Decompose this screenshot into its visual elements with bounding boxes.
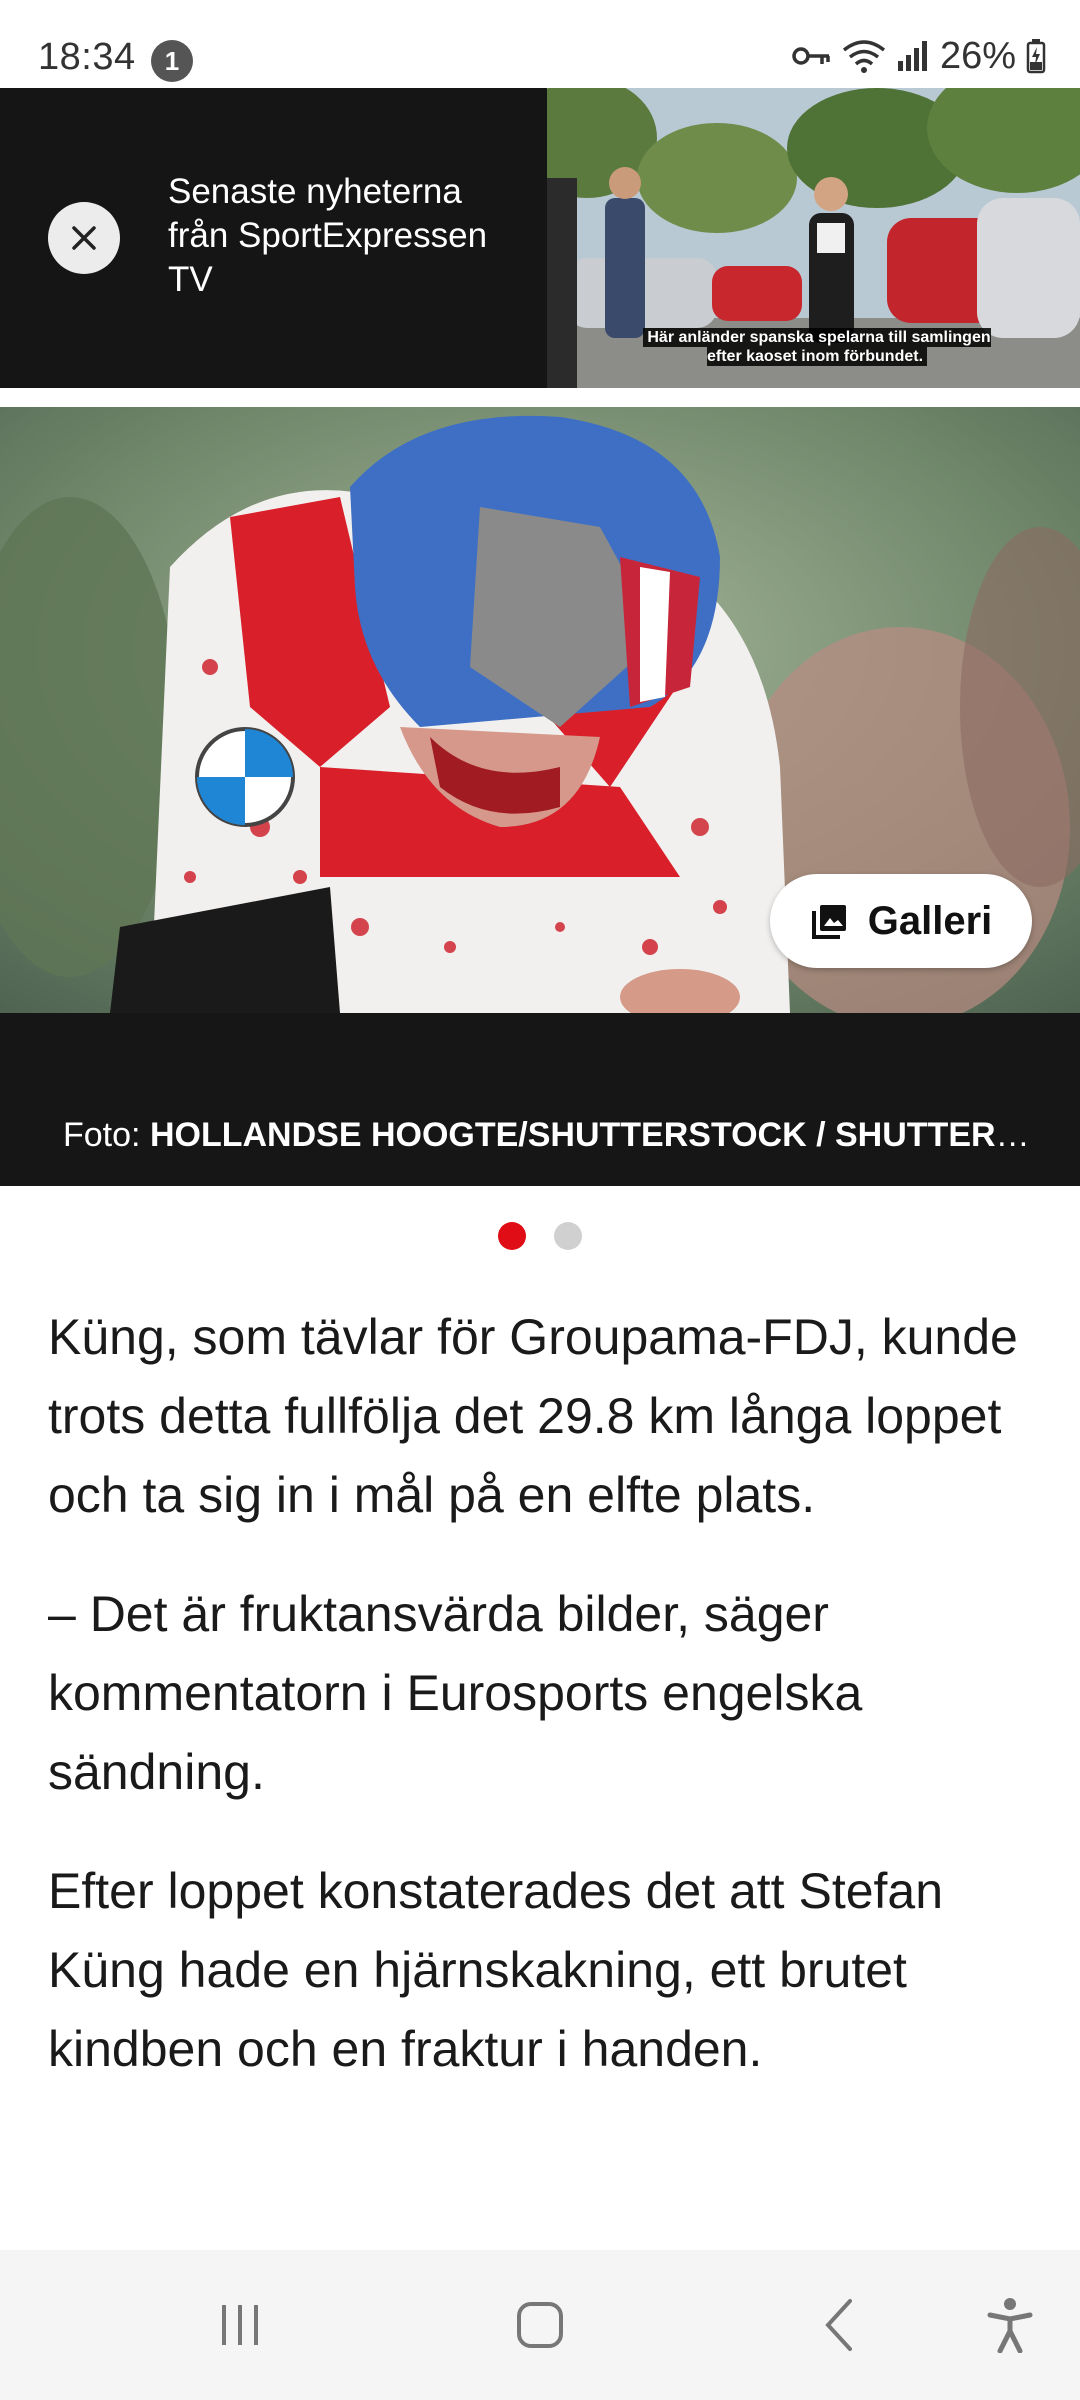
notification-badge: 1	[151, 40, 193, 82]
carousel-dot[interactable]	[554, 1222, 582, 1250]
system-navigation-bar	[0, 2250, 1080, 2400]
image-gallery-icon	[811, 905, 846, 939]
video-banner[interactable]: Senaste nyheterna från SportExpressen TV	[0, 88, 1080, 388]
video-player-thumbnail[interactable]: Här anländer spanska spelarna till samli…	[547, 88, 1080, 388]
recent-apps-icon	[222, 2305, 258, 2345]
photo-credit: HOLLANDSE HOOGTE/SHUTTERSTOCK / SHUTTERS…	[149, 1116, 1043, 1154]
photo-caption: Foto: HOLLANDSE HOOGTE/SHUTTERSTOCK / SH…	[63, 1116, 1043, 1155]
banner-headline[interactable]: Senaste nyheterna från SportExpressen TV	[168, 170, 528, 302]
article-paragraph: – Det är fruktansvärda bilder, säger kom…	[48, 1586, 863, 1800]
gallery-button[interactable]: Galleri	[770, 874, 1032, 968]
battery-charging-icon	[1026, 39, 1046, 74]
status-bar: 18:34 1 26%	[0, 0, 1080, 88]
status-icons: 26%	[792, 34, 1046, 78]
gallery-label: Galleri	[867, 898, 993, 943]
video-subtitle: Här anländer spanska spelarna till samli…	[637, 328, 997, 366]
caption-prefix: Foto:	[63, 1116, 150, 1154]
banner-close-button[interactable]	[48, 202, 120, 274]
accessibility-icon	[987, 2298, 1033, 2353]
article-paragraph: Efter loppet konstaterades det att Stefa…	[48, 1863, 944, 2077]
home-icon	[517, 2302, 563, 2348]
home-button[interactable]	[500, 2290, 580, 2360]
carousel-dot-active[interactable]	[498, 1222, 526, 1250]
back-icon	[825, 2299, 852, 2351]
photo-caption-strip: Foto: HOLLANDSE HOOGTE/SHUTTERSTOCK / SH…	[0, 1013, 1080, 1186]
accessibility-button[interactable]	[970, 2290, 1050, 2360]
recent-apps-button[interactable]	[200, 2290, 280, 2360]
battery-percentage: 26%	[939, 34, 1016, 77]
back-button[interactable]	[800, 2290, 880, 2360]
article-body: Küng, som tävlar för Groupama-FDJ, kunde…	[48, 1298, 1038, 2129]
close-icon	[72, 226, 96, 250]
signal-icon	[897, 41, 927, 71]
carousel-indicator	[0, 1222, 1080, 1250]
wifi-icon	[842, 40, 886, 73]
status-time: 18:34	[38, 36, 136, 78]
vpn-key-icon	[792, 47, 830, 65]
article-paragraph: Küng, som tävlar för Groupama-FDJ, kunde…	[48, 1309, 1018, 1523]
